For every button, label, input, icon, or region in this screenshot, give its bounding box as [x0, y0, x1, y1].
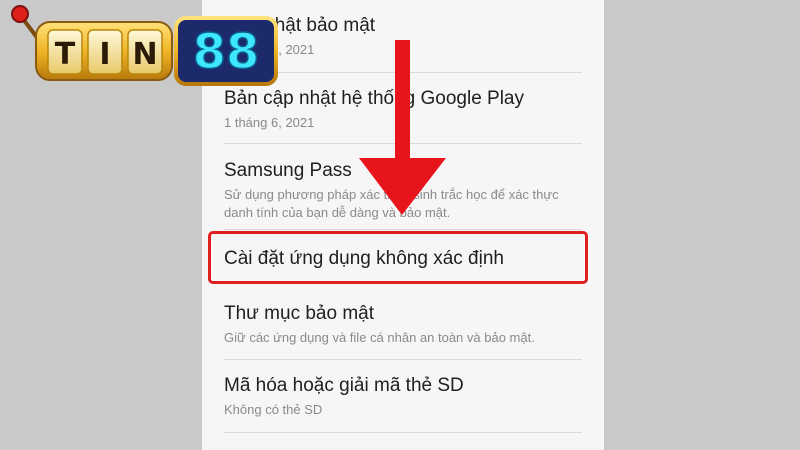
lever-knob-icon: [11, 5, 29, 23]
logo-number: 88: [193, 24, 260, 80]
logo-letter: N: [132, 37, 157, 72]
logo-letter: T: [55, 37, 76, 72]
tin88-logo: T I N 88: [11, 5, 278, 86]
logo-letter: I: [99, 37, 110, 72]
